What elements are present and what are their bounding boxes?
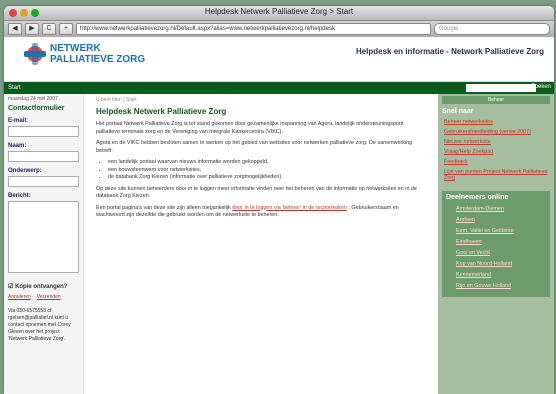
back-button[interactable]: ◀	[8, 23, 22, 35]
cancel-button[interactable]: Annuleren	[8, 294, 31, 300]
browser-search-input[interactable]: Google	[434, 23, 550, 35]
search-button[interactable]: Zoeken	[531, 84, 551, 90]
breadcrumb: U bent hier: | Start	[96, 97, 137, 103]
browser-window: Helpdesk Netwerk Palliatieve Zorg > Star…	[4, 6, 554, 394]
site-title: Helpdesk en informatie - Network Palliat…	[355, 47, 544, 56]
member-link[interactable]: Kennemerland	[456, 272, 546, 278]
admin-paragraph: Op deze site kunnen beheerders door in t…	[96, 185, 417, 200]
member-link[interactable]: Gooi en Vecht	[456, 250, 546, 256]
login-link[interactable]: door in te loggen via 'beheer' in de rec…	[232, 205, 347, 211]
list-item: een landelijk portaal waarvan nieuws inf…	[108, 159, 426, 167]
list-item: de databank Zorg Kiezen (informatie over…	[108, 174, 426, 182]
member-link[interactable]: Kop van Noord-Holland	[456, 261, 546, 267]
window-title: Helpdesk Netwerk Palliatieve Zorg > Star…	[204, 7, 354, 16]
quick-link[interactable]: Feedback	[444, 159, 550, 165]
quick-links-title: Snel naar	[442, 108, 474, 115]
member-link[interactable]: Eem, Vallei en Gelderse	[456, 228, 546, 234]
name-field[interactable]	[8, 151, 79, 162]
contact-form-title: Contactformulier	[8, 105, 65, 112]
quick-link[interactable]: Vraag/Help Zoekpad	[444, 149, 550, 155]
message-textarea[interactable]	[8, 201, 79, 273]
copy-checkbox-label: Kopie ontvangen?	[15, 284, 68, 290]
logo-icon	[24, 43, 46, 65]
email-label: E-mail:	[8, 118, 29, 124]
subject-field[interactable]	[8, 176, 79, 187]
site-search-input[interactable]	[466, 84, 536, 92]
address-bar[interactable]: http://www.netwerkpalliatievezorg.nl/Def…	[76, 23, 431, 35]
logo-line-2: PALLIATIEVE ZORG	[50, 54, 146, 65]
cooperation-paragraph: Agora en de VIKC hebben besloten samen t…	[96, 140, 413, 154]
member-link[interactable]: Amsterdam-Diemen	[456, 206, 546, 212]
forward-button[interactable]: ▶	[25, 23, 39, 35]
copy-checkbox-row[interactable]: ☑ Kopie ontvangen?	[8, 283, 79, 290]
members-title: Deelnemers online	[446, 194, 509, 201]
title-bar: Helpdesk Netwerk Palliatieve Zorg > Star…	[4, 6, 554, 21]
name-label: Naam:	[8, 143, 27, 149]
subject-label: Onderwerp:	[8, 168, 42, 174]
send-button[interactable]: Verzenden	[37, 294, 61, 300]
intro-paragraph: Het portaal Netwerk Palliatieve Zorg is …	[96, 121, 404, 135]
login-text-pre: Een portal pagina's van deze site zijn a…	[96, 204, 233, 211]
quick-link[interactable]: Nieuwe netwerksite	[444, 139, 550, 145]
main-content: U bent hier: | Start Helpdesk Netwerk Pa…	[84, 94, 438, 394]
add-bookmark-button[interactable]: +	[59, 23, 73, 35]
right-column: Beheer Snel naar Beheer netwerksites Geb…	[438, 94, 554, 394]
member-link[interactable]: Arnhem	[456, 217, 546, 223]
quick-link[interactable]: Beheer netwerksites	[444, 119, 550, 125]
cooperation-list: een landelijk portaal waarvan nieuws inf…	[108, 159, 426, 182]
quick-link[interactable]: Gebruikershandleiding (versie 2007)	[444, 129, 550, 135]
quick-link[interactable]: Lijst van punten Project Netwerk Palliat…	[444, 169, 550, 181]
message-label: Bericht:	[8, 193, 31, 199]
member-link[interactable]: Eindhoven	[456, 239, 546, 245]
logo-line-1: NETWERK	[50, 43, 101, 54]
browser-toolbar: ◀ ▶ C + http://www.netwerkpalliatievezor…	[4, 21, 554, 38]
checkbox-icon[interactable]: ☑	[8, 284, 13, 290]
reload-button[interactable]: C	[42, 23, 56, 35]
web-page: NETWERK PALLIATIEVE ZORG Helpdesk en inf…	[4, 37, 554, 394]
list-item: een bouwsteenwerp voor netwerksites,	[108, 167, 426, 175]
nav-bar: Start Zoeken	[4, 82, 554, 94]
members-box: Deelnemers online Amsterdam-Diemen Arnhe…	[442, 191, 550, 297]
left-column: maandag 24 mei 2007 Contactformulier E-m…	[4, 94, 84, 394]
page-title: Helpdesk Netwerk Palliatieve Zorg	[96, 107, 227, 116]
login-paragraph: Een portal pagina's van deze site zijn a…	[96, 205, 426, 220]
current-date: maandag 24 mei 2007	[8, 96, 58, 102]
site-logo[interactable]: NETWERK PALLIATIEVE ZORG	[24, 43, 145, 65]
contact-note: Via 030-6575558 of rgelsen@palliatief.nl…	[8, 308, 71, 342]
admin-header[interactable]: Beheer	[442, 96, 550, 104]
site-header: NETWERK PALLIATIEVE ZORG Helpdesk en inf…	[4, 37, 554, 82]
email-field[interactable]	[8, 126, 79, 137]
member-link[interactable]: Rijn en Gouwe Holland	[456, 283, 546, 289]
nav-start-link[interactable]: Start	[8, 85, 21, 91]
